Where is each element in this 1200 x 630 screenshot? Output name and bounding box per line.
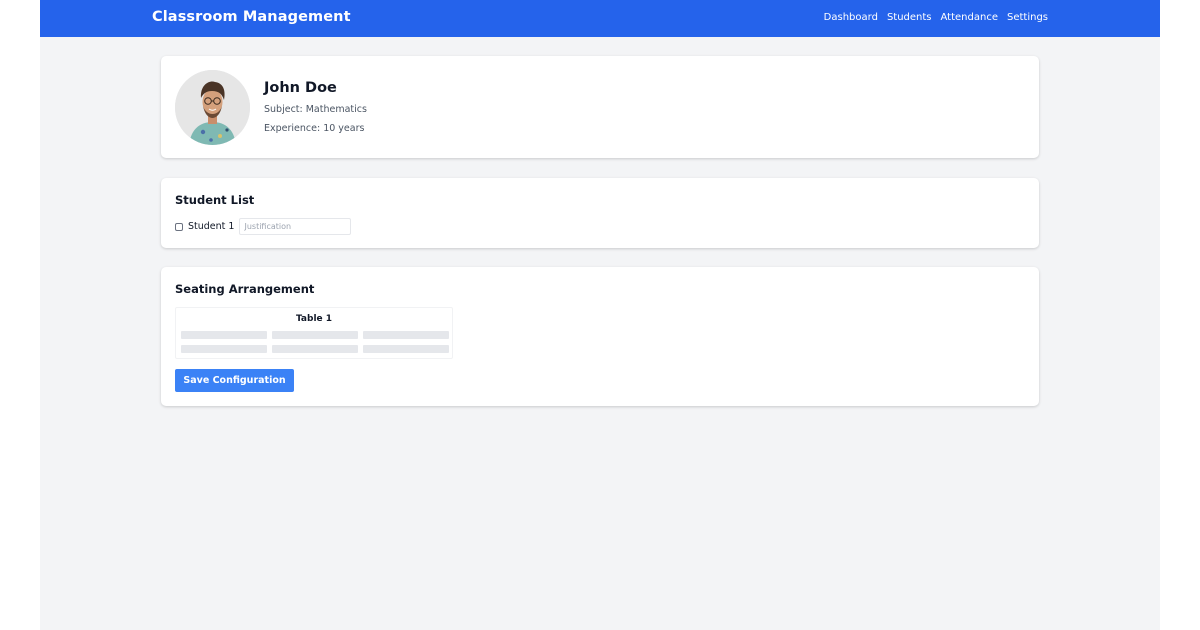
student-name: Student 1 <box>188 221 235 232</box>
seat-slot[interactable] <box>363 345 449 353</box>
seating-arrangement-card: Seating Arrangement Table 1 Save Configu… <box>161 267 1039 406</box>
seat-slot[interactable] <box>272 345 358 353</box>
teacher-name: John Doe <box>264 80 337 96</box>
seat-slot[interactable] <box>272 331 358 339</box>
nav-dashboard[interactable]: Dashboard <box>824 12 878 23</box>
teacher-avatar-photo-icon <box>175 70 250 145</box>
table-label: Table 1 <box>295 314 333 324</box>
seat-slot[interactable] <box>181 331 267 339</box>
top-navbar: Classroom Management Dashboard Students … <box>40 0 1160 37</box>
teacher-experience: Experience: 10 years <box>264 123 365 134</box>
seat-slot[interactable] <box>181 345 267 353</box>
teacher-profile-card: John Doe Subject: Mathematics Experience… <box>161 56 1039 158</box>
student-row: Student 1 <box>175 218 352 235</box>
seat-grid <box>181 331 449 353</box>
nav-students[interactable]: Students <box>887 12 932 23</box>
seating-table: Table 1 <box>175 307 453 359</box>
justification-input[interactable] <box>239 218 352 235</box>
seat-slot[interactable] <box>363 331 449 339</box>
nav-settings[interactable]: Settings <box>1007 12 1048 23</box>
student-list-title: Student List <box>175 193 255 207</box>
teacher-avatar <box>175 70 250 145</box>
teacher-subject: Subject: Mathematics <box>264 104 367 115</box>
nav-attendance[interactable]: Attendance <box>941 12 998 23</box>
student-list-card: Student List Student 1 <box>161 178 1039 248</box>
student-checkbox[interactable] <box>175 222 183 231</box>
page-background: Classroom Management Dashboard Students … <box>40 0 1160 630</box>
main-nav: Dashboard Students Attendance Settings <box>824 12 1048 23</box>
seating-title: Seating Arrangement <box>175 282 315 296</box>
app-title: Classroom Management <box>152 9 351 25</box>
save-configuration-button[interactable]: Save Configuration <box>175 369 294 392</box>
